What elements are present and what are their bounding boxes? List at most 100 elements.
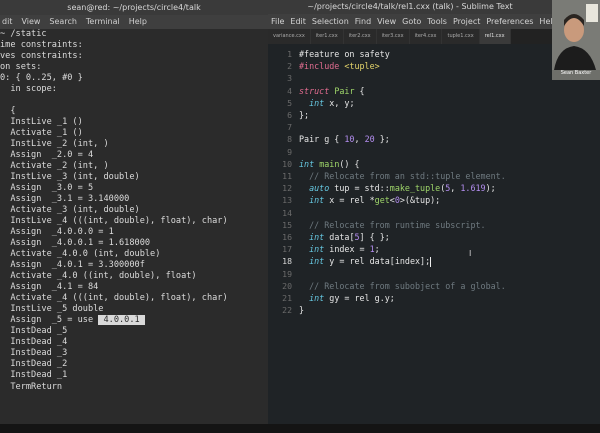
editor-menu-item[interactable]: Goto xyxy=(402,17,421,26)
terminal-output[interactable]: ~ /static ime constraints: ves constraints… xyxy=(0,29,268,424)
code-line[interactable] xyxy=(299,206,599,218)
code-line[interactable]: // Relocate from subobject of a global. xyxy=(299,280,599,292)
editor-tab[interactable]: iter2.cxx xyxy=(343,29,377,44)
terminal-line-text: InstDead _1 xyxy=(0,370,68,381)
terminal-line-text: InstLive _3 (int, double) xyxy=(0,172,140,183)
editor-tab-bar: variance.cxx iter1.cxx iter2.cxx iter3.cxx i… xyxy=(268,29,552,44)
editor-menu-item[interactable]: Edit xyxy=(290,17,306,26)
code-line[interactable]: }; xyxy=(299,109,599,121)
line-number: 20 xyxy=(282,280,292,291)
code-line[interactable]: int y = rel data[index]; xyxy=(299,255,599,267)
code-line[interactable]: int data[5] { }; xyxy=(299,231,599,243)
code-token: main xyxy=(319,158,340,169)
code-text-area[interactable]: #feature on safety #include <tuple> struct… xyxy=(299,48,599,316)
code-editor[interactable]: 1 2 3 4 5 6 7 8 9 10 11 12 13 14 15 16 17 18 19 20 21 22 #fea… xyxy=(268,44,600,426)
code-line[interactable]: Pair g { 10, 20 }; xyxy=(299,133,599,145)
code-token: () { xyxy=(339,158,360,169)
code-token: // Relocate from runtime subscript. xyxy=(309,219,486,230)
code-token: // Relocate from subobject of a global. xyxy=(309,280,506,291)
code-line[interactable]: int main() { xyxy=(299,158,599,170)
text-cursor-icon: I xyxy=(469,249,472,258)
editor-menu-item[interactable]: File xyxy=(271,17,284,26)
editor-tab[interactable]: iter4.cxx xyxy=(409,29,443,44)
code-line[interactable] xyxy=(299,146,599,158)
code-line[interactable]: struct Pair { xyxy=(299,85,599,97)
code-token: int xyxy=(309,97,325,108)
code-token: int xyxy=(309,231,325,242)
terminal-line: Activate _1 () xyxy=(0,128,268,139)
terminal-line-text: in scope: xyxy=(0,84,57,95)
editor-menu-item[interactable]: Find xyxy=(355,17,371,26)
line-number: 11 xyxy=(282,171,292,182)
terminal-line: Assign _4.0.1 = 3.300000f xyxy=(0,260,268,271)
code-line[interactable] xyxy=(299,267,599,279)
line-number: 6 xyxy=(287,110,292,121)
editor-menu-bar: File Edit Selection Find View Goto Tools Projec… xyxy=(268,14,552,29)
editor-menu-item[interactable]: Help xyxy=(539,17,552,26)
code-line[interactable]: int index = 1; xyxy=(299,243,599,255)
line-number: 1 xyxy=(287,49,292,59)
terminal-line-text: TermReturn xyxy=(0,381,63,392)
code-token: #feature on safety xyxy=(299,49,390,59)
code-token: Pair g { xyxy=(299,134,345,145)
code-line[interactable]: } xyxy=(299,304,599,316)
terminal-line-text: Assign _2.0 = 4 xyxy=(0,150,94,161)
terminal-line: InstDead _4 xyxy=(0,337,268,348)
terminal-line-text: ime constraints: xyxy=(0,40,83,51)
code-token: 20 xyxy=(364,134,375,145)
terminal-line: Assign _4.0.0.1 = 1.618000 xyxy=(0,238,268,249)
code-line[interactable] xyxy=(299,121,599,133)
terminal-line: Activate _3 (int, double) xyxy=(0,205,268,216)
editor-menu-item[interactable]: Preferences xyxy=(486,17,533,26)
line-number: 14 xyxy=(282,207,292,218)
editor-menu-item[interactable]: Project xyxy=(453,17,480,26)
terminal-menu-item[interactable]: Terminal xyxy=(86,17,120,26)
editor-tab[interactable]: variance.cxx xyxy=(268,29,311,44)
code-line[interactable]: // Relocate from runtime subscript. xyxy=(299,219,599,231)
code-line[interactable]: int gy = rel g.y; xyxy=(299,292,599,304)
editor-menu-item[interactable]: View xyxy=(377,17,396,26)
terminal-line: Assign _4.0.0.0 = 1 xyxy=(0,227,268,238)
terminal-line: { xyxy=(0,106,268,117)
line-number: 19 xyxy=(282,268,292,279)
terminal-line-text: InstDead _2 xyxy=(0,359,68,370)
terminal-line: ~ /static xyxy=(0,29,268,40)
terminal-menu-bar: dit View Search Terminal Help xyxy=(0,15,268,29)
editor-tab[interactable]: tuple1.cxx xyxy=(442,29,480,44)
terminal-line: InstLive _2 (int, ) xyxy=(0,139,268,150)
line-number: 4 xyxy=(287,85,292,96)
code-line[interactable]: int x, y; xyxy=(299,97,599,109)
editor-tab[interactable]: iter1.cxx xyxy=(310,29,344,44)
presenter-name-label: Sean Baxter xyxy=(560,70,592,76)
editor-title-bar[interactable]: ~/projects/circle4/talk/rel1.cxx (talk) … xyxy=(268,0,552,14)
terminal-title-bar[interactable]: sean@red: ~/projects/circle4/talk xyxy=(0,0,268,15)
code-token: int xyxy=(309,195,325,206)
code-token: get xyxy=(374,195,390,206)
terminal-window[interactable]: sean@red: ~/projects/circle4/talk dit Vie… xyxy=(0,0,268,433)
editor-tab[interactable]: iter3.cxx xyxy=(376,29,410,44)
terminal-menu-item[interactable]: View xyxy=(21,17,40,26)
editor-menu-item[interactable]: Selection xyxy=(312,17,349,26)
terminal-menu-item[interactable]: Help xyxy=(129,17,147,26)
line-number: 3 xyxy=(287,73,292,84)
code-line[interactable]: auto tup = std::make_tuple(5, 1.619); xyxy=(299,182,599,194)
code-token: ] { }; xyxy=(359,231,390,242)
line-number: 8 xyxy=(287,134,292,145)
editor-tab[interactable]: rel1.cxx xyxy=(479,29,511,44)
terminal-menu-item[interactable]: Search xyxy=(49,17,76,26)
code-token: 1.619 xyxy=(460,183,486,194)
terminal-menu-item[interactable]: dit xyxy=(2,17,12,26)
code-token: , xyxy=(450,183,461,194)
terminal-line: InstLive _1 () xyxy=(0,117,268,128)
editor-menu-item[interactable]: Tools xyxy=(427,17,447,26)
line-number: 5 xyxy=(287,97,292,108)
code-line[interactable]: // Relocate from an std::tuple element. xyxy=(299,170,599,182)
code-token: <tuple> xyxy=(344,61,380,72)
terminal-line-text: InstLive _2 (int, ) xyxy=(0,139,109,150)
video-bottom-bar xyxy=(0,424,600,433)
code-line[interactable]: int x = rel *get<0>(&tup); xyxy=(299,194,599,206)
